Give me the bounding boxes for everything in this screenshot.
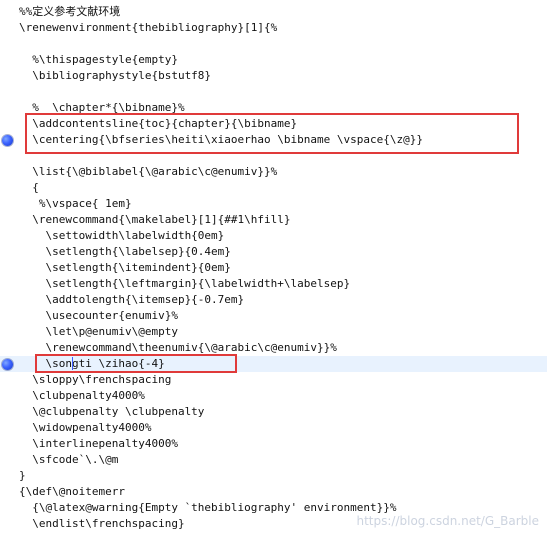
code-line[interactable]: {\@latex@warning{Empty `thebibliography'… <box>0 500 547 516</box>
code-line[interactable]: %\vspace{ 1em} <box>0 196 547 212</box>
code-line[interactable]: \setlength{\itemindent}{0em} <box>0 260 547 276</box>
code-line[interactable]: \let\p@enumiv\@empty <box>0 324 547 340</box>
code-line[interactable]: \widowpenalty4000% <box>0 420 547 436</box>
code-line[interactable]: {\def\@noitemerr <box>0 484 547 500</box>
text-cursor <box>72 357 73 370</box>
code-line[interactable] <box>0 148 547 164</box>
code-line[interactable]: \centering{\bfseries\heiti\xiaoerhao \bi… <box>0 132 547 148</box>
code-line[interactable]: \settowidth\labelwidth{0em} <box>0 228 547 244</box>
code-line[interactable]: \clubpenalty4000% <box>0 388 547 404</box>
code-line[interactable]: % \chapter*{\bibname}% <box>0 100 547 116</box>
code-line[interactable]: \renewcommand{\makelabel}[1]{##1\hfill} <box>0 212 547 228</box>
code-line[interactable]: \addcontentsline{toc}{chapter}{\bibname} <box>0 116 547 132</box>
code-line[interactable]: \setlength{\labelsep}{0.4em} <box>0 244 547 260</box>
code-line[interactable]: \renewenvironment{thebibliography}[1]{% <box>0 20 547 36</box>
code-line[interactable]: { <box>0 180 547 196</box>
code-line[interactable]: \usecounter{enumiv}% <box>0 308 547 324</box>
code-editor[interactable]: %%定义参考文献环境 \renewenvironment{thebibliogra… <box>0 0 547 534</box>
code-line[interactable] <box>0 36 547 52</box>
code-line[interactable]: \list{\@biblabel{\@arabic\c@enumiv}}% <box>0 164 547 180</box>
code-line[interactable] <box>0 84 547 100</box>
code-line[interactable]: %\thispagestyle{empty} <box>0 52 547 68</box>
code-line[interactable]: \sfcode`\.\@m <box>0 452 547 468</box>
code-line[interactable]: \@clubpenalty \clubpenalty <box>0 404 547 420</box>
code-line[interactable]: \renewcommand\theenumiv{\@arabic\c@enumi… <box>0 340 547 356</box>
code-line[interactable]: \songti \zihao{-4} <box>0 356 547 372</box>
breakpoint-icon[interactable] <box>2 359 13 370</box>
breakpoint-icon[interactable] <box>2 135 13 146</box>
code-line[interactable]: %%定义参考文献环境 <box>0 4 547 20</box>
code-line[interactable]: } <box>0 468 547 484</box>
code-line[interactable]: \addtolength{\itemsep}{-0.7em} <box>0 292 547 308</box>
code-line[interactable]: \endlist\frenchspacing} <box>0 516 547 532</box>
code-line[interactable]: \setlength{\leftmargin}{\labelwidth+\lab… <box>0 276 547 292</box>
code-line[interactable]: \interlinepenalty4000% <box>0 436 547 452</box>
code-line[interactable]: \sloppy\frenchspacing <box>0 372 547 388</box>
code-line[interactable]: \bibliographystyle{bstutf8} <box>0 68 547 84</box>
